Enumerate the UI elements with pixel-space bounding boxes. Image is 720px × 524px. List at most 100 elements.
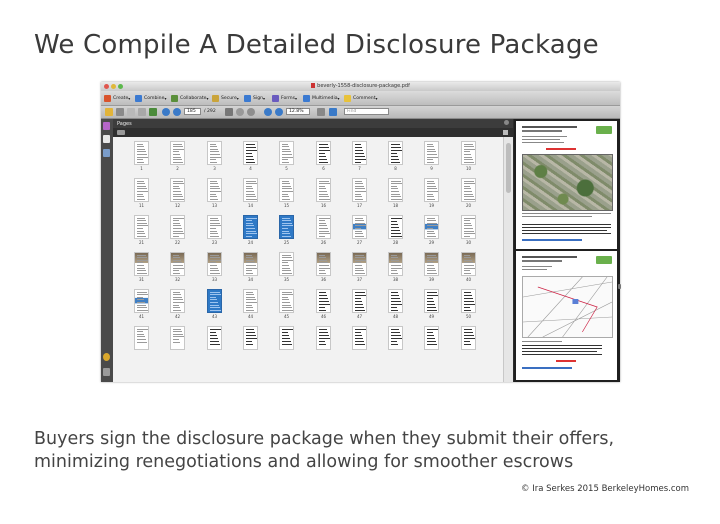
zoom-tool-icon[interactable] <box>247 108 255 116</box>
page-thumbnail[interactable] <box>170 215 185 239</box>
pages-panel-options <box>113 128 513 137</box>
page-thumbnail[interactable] <box>388 326 403 350</box>
pages-panel-icon[interactable] <box>103 122 110 130</box>
page-thumbnail[interactable] <box>316 326 331 350</box>
page-thumbnail[interactable] <box>170 178 185 202</box>
bookmarks-icon[interactable] <box>103 135 110 143</box>
signatures-icon[interactable] <box>103 353 110 361</box>
page-thumbnail[interactable] <box>279 289 294 313</box>
page-thumbnail[interactable] <box>243 178 258 202</box>
page-thumbnail[interactable] <box>352 141 367 165</box>
toolbar-forms-button[interactable]: Forms ▾ <box>272 94 297 102</box>
page-thumbnail[interactable] <box>134 289 149 313</box>
page-thumbnail[interactable] <box>461 289 476 313</box>
attachment-icon[interactable] <box>103 368 110 376</box>
fit-page-icon[interactable] <box>317 108 325 116</box>
page-thumbnail[interactable] <box>207 141 222 165</box>
page-thumbnail[interactable] <box>316 141 331 165</box>
next-page-icon[interactable] <box>173 108 181 116</box>
page-thumbnail[interactable] <box>461 215 476 239</box>
page-thumbnail[interactable] <box>388 178 403 202</box>
find-input[interactable]: Find <box>344 108 389 115</box>
thumbnails-scrollbar[interactable] <box>503 137 513 382</box>
page-thumbnail[interactable] <box>207 289 222 313</box>
page-thumbnail[interactable] <box>352 289 367 313</box>
page-thumbnail[interactable] <box>134 252 149 276</box>
toolbar-create-button[interactable]: Create ▾ <box>104 94 130 102</box>
page-number-input[interactable]: 185 <box>184 108 201 115</box>
page-thumbnail[interactable] <box>461 141 476 165</box>
page-thumbnail[interactable] <box>279 215 294 239</box>
page-thumbnail[interactable] <box>352 252 367 276</box>
zoom-in-icon[interactable] <box>275 108 283 116</box>
page-thumbnail[interactable] <box>424 215 439 239</box>
page-thumbnail[interactable] <box>352 215 367 239</box>
share-icon[interactable] <box>149 108 157 116</box>
window-resize-handle[interactable] <box>618 284 621 289</box>
page-thumbnail[interactable] <box>170 141 185 165</box>
page-thumbnail[interactable] <box>424 252 439 276</box>
page-thumbnail[interactable] <box>388 215 403 239</box>
page-thumbnail[interactable] <box>352 178 367 202</box>
page-thumbnail[interactable] <box>207 178 222 202</box>
envelope-icon[interactable] <box>138 108 146 116</box>
page-thumbnail[interactable] <box>279 178 294 202</box>
page-thumbnail[interactable] <box>170 289 185 313</box>
page-thumbnail[interactable] <box>170 326 185 350</box>
page-thumbnail[interactable] <box>316 215 331 239</box>
forms-icon <box>272 94 279 102</box>
toolbar-combine-button[interactable]: Combine ▾ <box>135 94 166 102</box>
page-thumbnail[interactable] <box>388 252 403 276</box>
open-folder-icon[interactable] <box>105 108 113 116</box>
print-icon[interactable] <box>116 108 124 116</box>
hand-tool-icon[interactable] <box>236 108 244 116</box>
page-thumbnail[interactable] <box>279 252 294 276</box>
page-thumbnail[interactable] <box>134 178 149 202</box>
page-thumbnail[interactable] <box>134 215 149 239</box>
page-thumbnail[interactable] <box>388 289 403 313</box>
page-thumbnail[interactable] <box>352 326 367 350</box>
page-thumbnail[interactable] <box>316 252 331 276</box>
select-tool-icon[interactable] <box>225 108 233 116</box>
close-panel-icon[interactable] <box>504 120 509 125</box>
page-thumbnail[interactable] <box>243 141 258 165</box>
toolbar-sign-button[interactable]: Sign ▾ <box>244 94 265 102</box>
page-thumbnail[interactable] <box>461 178 476 202</box>
scrollbar-thumb[interactable] <box>506 143 511 193</box>
page-thumbnail[interactable] <box>388 141 403 165</box>
layers-icon[interactable] <box>103 149 110 157</box>
page-thumbnail[interactable] <box>243 215 258 239</box>
page-thumbnail[interactable] <box>207 215 222 239</box>
options-menu-icon[interactable] <box>117 130 125 135</box>
page-layout-icon[interactable] <box>329 108 337 116</box>
page-thumbnail[interactable] <box>279 141 294 165</box>
zoom-out-icon[interactable] <box>264 108 272 116</box>
page-thumbnail[interactable] <box>134 326 149 350</box>
toolbar-collaborate-button[interactable]: Collaborate ▾ <box>171 94 208 102</box>
page-thumbnail[interactable] <box>207 326 222 350</box>
page-thumbnail[interactable] <box>461 326 476 350</box>
toolbar-secure-button[interactable]: Secure ▾ <box>212 94 239 102</box>
page-thumbnail[interactable] <box>461 252 476 276</box>
page-thumbnail[interactable] <box>170 252 185 276</box>
page-thumbnail[interactable] <box>243 326 258 350</box>
link-line <box>522 367 572 369</box>
mail-icon[interactable] <box>127 108 135 116</box>
page-thumbnail[interactable] <box>316 289 331 313</box>
page-thumbnail[interactable] <box>424 178 439 202</box>
grid-view-icon[interactable] <box>503 130 508 135</box>
toolbar-comment-button[interactable]: Comment ▾ <box>344 94 378 102</box>
page-thumbnail[interactable] <box>243 289 258 313</box>
previous-page-icon[interactable] <box>162 108 170 116</box>
page-thumbnail[interactable] <box>279 326 294 350</box>
page-thumbnail[interactable] <box>134 141 149 165</box>
page-thumbnail[interactable] <box>207 252 222 276</box>
page-thumbnail[interactable] <box>243 252 258 276</box>
zoom-level-field[interactable]: 12.8% <box>286 108 310 115</box>
page-thumbnail[interactable] <box>424 326 439 350</box>
page-thumbnail[interactable] <box>424 141 439 165</box>
page-number-label: 12 <box>174 203 181 208</box>
toolbar-multimedia-button[interactable]: Multimedia ▾ <box>303 94 340 102</box>
page-thumbnail[interactable] <box>424 289 439 313</box>
page-thumbnail[interactable] <box>316 178 331 202</box>
